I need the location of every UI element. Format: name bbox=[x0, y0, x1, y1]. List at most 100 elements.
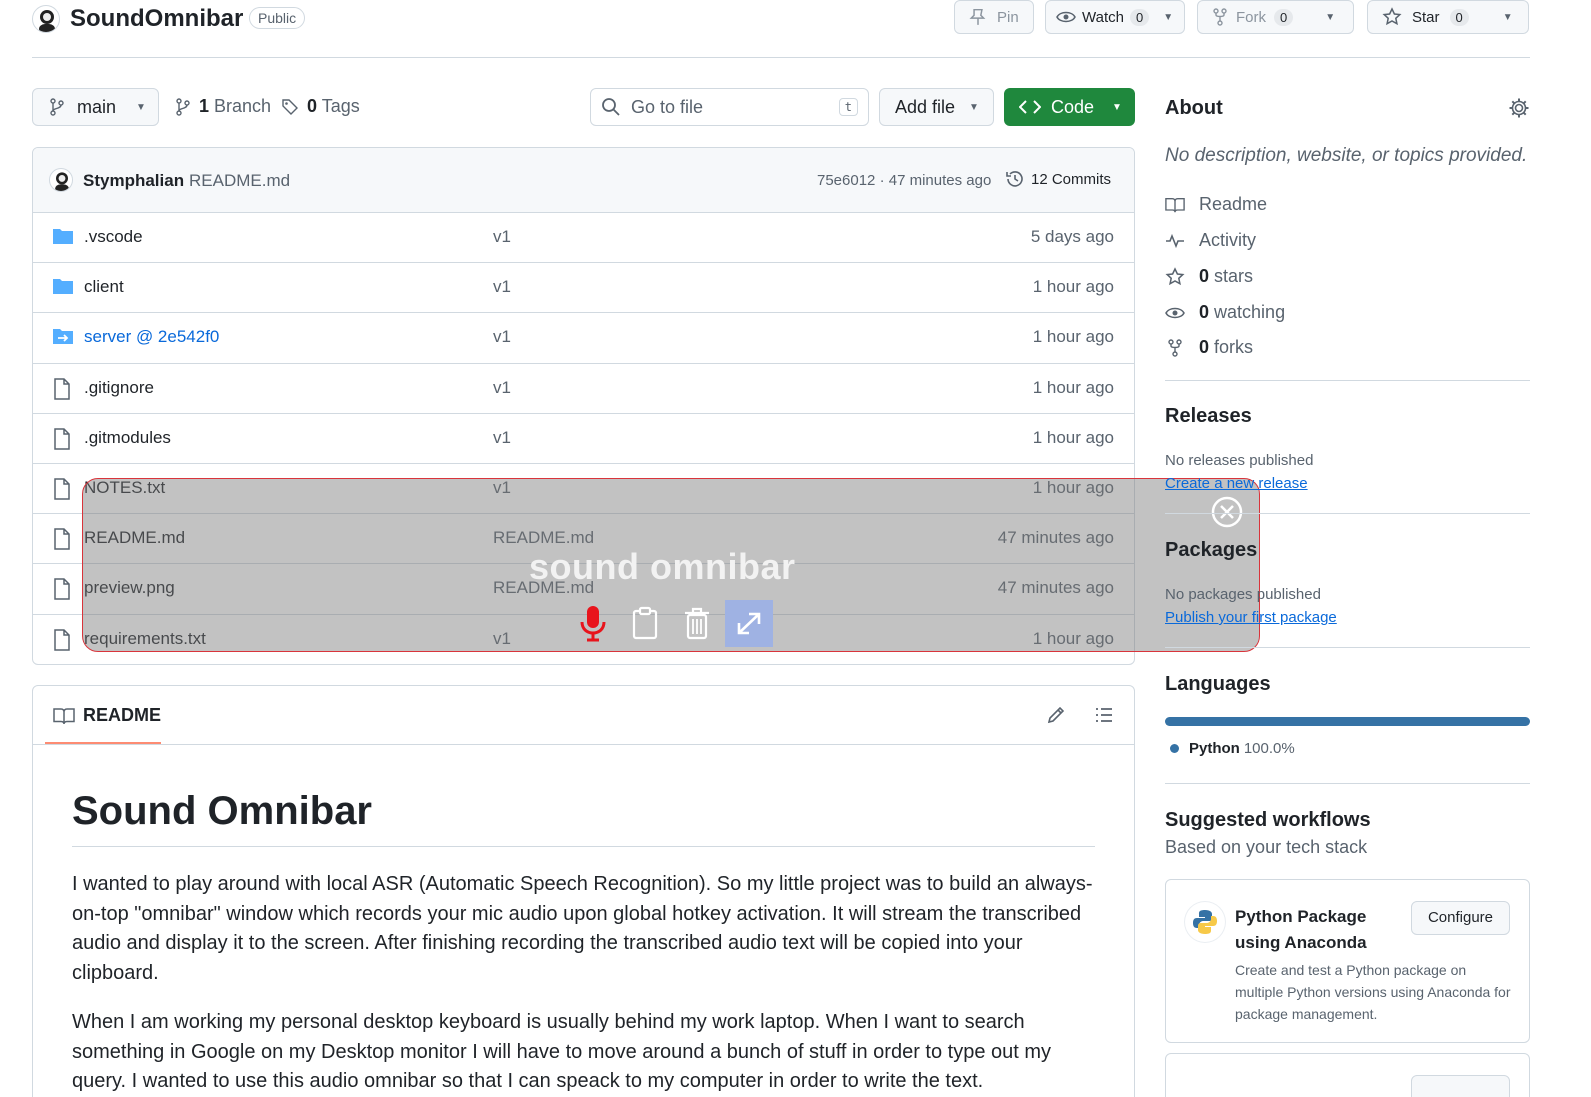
watching-label: watching bbox=[1214, 302, 1286, 322]
file-row[interactable]: .gitignore v1 1 hour ago bbox=[33, 364, 1134, 414]
stars-count: 0 bbox=[1199, 266, 1210, 286]
author-avatar[interactable] bbox=[49, 168, 73, 192]
branches-link[interactable]: 1 Branch bbox=[175, 96, 271, 117]
go-to-file-input[interactable]: Go to file t bbox=[590, 88, 869, 126]
about-heading: About bbox=[1165, 97, 1223, 119]
chevron-down-icon: ▼ bbox=[1502, 11, 1513, 23]
branch-icon bbox=[50, 98, 64, 116]
file-name[interactable]: client bbox=[84, 277, 124, 297]
file-name[interactable]: .gitmodules bbox=[84, 428, 171, 448]
tags-link[interactable]: 0 Tags bbox=[281, 96, 360, 117]
file-row[interactable]: .vscode v1 5 days ago bbox=[33, 213, 1134, 264]
owner-avatar[interactable] bbox=[32, 5, 60, 33]
add-file-label: Add file bbox=[895, 96, 956, 117]
activity-link[interactable]: Activity bbox=[1165, 230, 1256, 251]
language-item[interactable]: Python 100.0% bbox=[1170, 740, 1295, 757]
eye-icon bbox=[1056, 11, 1076, 23]
book-icon bbox=[1165, 197, 1185, 212]
language-name: Python bbox=[1189, 740, 1240, 757]
gear-icon[interactable] bbox=[1508, 97, 1530, 119]
close-icon[interactable] bbox=[1210, 495, 1244, 529]
file-name[interactable]: server @ 2e542f0 bbox=[84, 327, 219, 347]
branch-select[interactable]: main ▼ bbox=[32, 88, 159, 126]
releases-heading[interactable]: Releases bbox=[1165, 405, 1252, 428]
trash-icon[interactable] bbox=[682, 606, 712, 640]
file-commit-message[interactable]: v1 bbox=[493, 327, 511, 347]
divider bbox=[1165, 647, 1530, 648]
commit-hash-time[interactable]: 75e6012 · 47 minutes ago bbox=[817, 172, 991, 189]
outline-list-icon[interactable] bbox=[1094, 705, 1114, 725]
readme-link-label: Readme bbox=[1199, 194, 1268, 214]
fork-icon bbox=[1168, 338, 1182, 357]
repo-name[interactable]: SoundOmnibar bbox=[70, 5, 243, 33]
star-label: Star bbox=[1412, 8, 1440, 26]
overlay-title: sound omnibar bbox=[529, 546, 796, 587]
eye-icon bbox=[1165, 307, 1185, 318]
file-row[interactable]: server @ 2e542f0 v1 1 hour ago bbox=[33, 313, 1134, 364]
star-icon bbox=[1382, 7, 1402, 26]
activity-label: Activity bbox=[1199, 230, 1257, 250]
packages-heading[interactable]: Packages bbox=[1165, 539, 1257, 562]
languages-heading: Languages bbox=[1165, 673, 1271, 695]
file-row[interactable]: .gitmodules v1 1 hour ago bbox=[33, 414, 1134, 464]
workflows-heading: Suggested workflows bbox=[1165, 809, 1371, 831]
book-icon bbox=[53, 707, 75, 724]
expand-button[interactable] bbox=[725, 600, 773, 647]
watching-link[interactable]: 0 watching bbox=[1165, 302, 1285, 323]
pin-icon bbox=[969, 8, 986, 25]
file-name[interactable]: .gitignore bbox=[84, 378, 154, 398]
configure-button[interactable]: Configure bbox=[1411, 901, 1510, 935]
tag-icon bbox=[282, 98, 298, 115]
shortcut-key: t bbox=[838, 98, 858, 116]
latest-commit-bar: Stymphalian README.md 75e6012 · 47 minut… bbox=[33, 148, 1134, 213]
file-commit-message[interactable]: v1 bbox=[493, 378, 511, 398]
workflow-card: Python Package using Anaconda Configure … bbox=[1165, 879, 1530, 1043]
readme-title: Sound Omnibar bbox=[72, 789, 1095, 847]
code-button[interactable]: Code ▼ bbox=[1004, 88, 1135, 126]
file-commit-message[interactable]: v1 bbox=[493, 227, 511, 247]
search-icon bbox=[602, 98, 620, 116]
about-description: No description, website, or topics provi… bbox=[1165, 145, 1528, 166]
divider bbox=[1165, 513, 1530, 514]
file-name[interactable]: .vscode bbox=[84, 227, 143, 247]
pulse-icon bbox=[1166, 233, 1184, 248]
file-icon bbox=[52, 528, 72, 550]
watch-button[interactable]: Watch 0 ▼ bbox=[1045, 0, 1185, 34]
clipboard-icon[interactable] bbox=[631, 606, 659, 640]
language-bar bbox=[1165, 717, 1530, 726]
commits-link[interactable]: 12 Commits bbox=[1005, 169, 1111, 189]
commits-count: 12 Commits bbox=[1031, 170, 1112, 188]
fork-icon bbox=[1213, 8, 1227, 26]
file-row[interactable]: client v1 1 hour ago bbox=[33, 263, 1134, 314]
publish-package-link[interactable]: Publish your first package bbox=[1165, 609, 1337, 626]
create-release-link[interactable]: Create a new release bbox=[1165, 475, 1308, 492]
add-file-button[interactable]: Add file ▼ bbox=[879, 88, 994, 126]
file-commit-message[interactable]: v1 bbox=[493, 277, 511, 297]
no-packages-text: No packages published bbox=[1165, 586, 1321, 603]
readme-link[interactable]: Readme bbox=[1165, 194, 1267, 215]
configure-button[interactable] bbox=[1411, 1075, 1510, 1097]
commit-message[interactable]: README.md bbox=[189, 171, 290, 191]
stars-link[interactable]: 0 stars bbox=[1165, 266, 1253, 287]
edit-icon[interactable] bbox=[1046, 705, 1066, 725]
branch-name: main bbox=[77, 96, 117, 117]
fork-button[interactable]: Fork 0 ▼ bbox=[1197, 0, 1354, 34]
microphone-icon[interactable] bbox=[578, 604, 608, 642]
file-commit-date: 1 hour ago bbox=[1032, 377, 1114, 397]
commit-author[interactable]: Stymphalian bbox=[83, 171, 184, 191]
star-button[interactable]: Star 0 ▼ bbox=[1367, 0, 1529, 34]
pin-button[interactable]: Pin bbox=[954, 0, 1034, 34]
workflow-card bbox=[1165, 1053, 1530, 1097]
workflow-name[interactable]: Python Package using Anaconda bbox=[1235, 904, 1415, 956]
chevron-down-icon: ▼ bbox=[1112, 101, 1122, 113]
readme-paragraph: I wanted to play around with local ASR (… bbox=[72, 873, 1093, 984]
file-icon bbox=[52, 428, 72, 450]
history-icon bbox=[1006, 171, 1023, 187]
readme-body: Sound Omnibar I wanted to play around wi… bbox=[33, 745, 1134, 1097]
branch-count: 1 bbox=[199, 96, 210, 116]
forks-link[interactable]: 0 forks bbox=[1165, 337, 1253, 358]
star-icon bbox=[1165, 266, 1185, 285]
file-icon bbox=[52, 628, 72, 651]
tab-readme[interactable]: README bbox=[53, 705, 161, 726]
file-commit-message[interactable]: v1 bbox=[493, 428, 511, 448]
